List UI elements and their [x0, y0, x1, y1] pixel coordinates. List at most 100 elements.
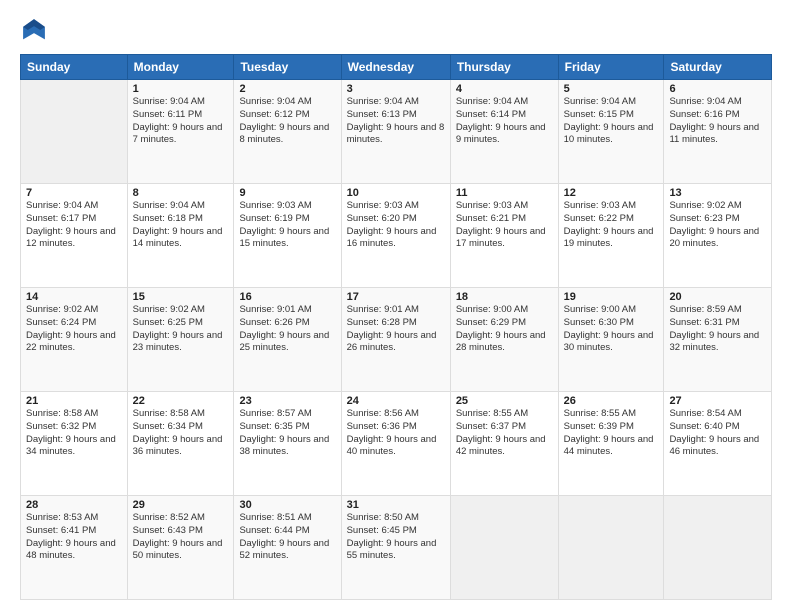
day-number: 20 [669, 291, 766, 303]
day-number: 11 [456, 187, 553, 199]
calendar-header-day: Wednesday [341, 55, 450, 80]
calendar-cell: 28Sunrise: 8:53 AMSunset: 6:41 PMDayligh… [21, 496, 128, 600]
calendar-header-day: Sunday [21, 55, 128, 80]
day-number: 31 [347, 499, 445, 511]
calendar-cell [21, 80, 128, 184]
day-info: Sunrise: 9:03 AMSunset: 6:21 PMDaylight:… [456, 200, 553, 251]
day-number: 21 [26, 395, 122, 407]
calendar-header-row: SundayMondayTuesdayWednesdayThursdayFrid… [21, 55, 772, 80]
calendar-header-day: Friday [558, 55, 664, 80]
calendar-cell [664, 496, 772, 600]
day-info: Sunrise: 8:55 AMSunset: 6:39 PMDaylight:… [564, 408, 659, 459]
day-number: 27 [669, 395, 766, 407]
calendar-week-row: 14Sunrise: 9:02 AMSunset: 6:24 PMDayligh… [21, 288, 772, 392]
day-number: 17 [347, 291, 445, 303]
day-info: Sunrise: 9:04 AMSunset: 6:12 PMDaylight:… [239, 96, 335, 147]
day-number: 22 [133, 395, 229, 407]
calendar-cell: 18Sunrise: 9:00 AMSunset: 6:29 PMDayligh… [450, 288, 558, 392]
day-info: Sunrise: 9:02 AMSunset: 6:25 PMDaylight:… [133, 304, 229, 355]
calendar-cell: 27Sunrise: 8:54 AMSunset: 6:40 PMDayligh… [664, 392, 772, 496]
calendar-week-row: 28Sunrise: 8:53 AMSunset: 6:41 PMDayligh… [21, 496, 772, 600]
calendar-cell: 16Sunrise: 9:01 AMSunset: 6:26 PMDayligh… [234, 288, 341, 392]
day-number: 29 [133, 499, 229, 511]
calendar-week-row: 1Sunrise: 9:04 AMSunset: 6:11 PMDaylight… [21, 80, 772, 184]
day-info: Sunrise: 8:58 AMSunset: 6:34 PMDaylight:… [133, 408, 229, 459]
calendar-cell: 12Sunrise: 9:03 AMSunset: 6:22 PMDayligh… [558, 184, 664, 288]
day-number: 15 [133, 291, 229, 303]
day-info: Sunrise: 9:03 AMSunset: 6:20 PMDaylight:… [347, 200, 445, 251]
day-number: 23 [239, 395, 335, 407]
calendar-cell: 19Sunrise: 9:00 AMSunset: 6:30 PMDayligh… [558, 288, 664, 392]
calendar-cell: 14Sunrise: 9:02 AMSunset: 6:24 PMDayligh… [21, 288, 128, 392]
day-number: 10 [347, 187, 445, 199]
calendar-cell: 8Sunrise: 9:04 AMSunset: 6:18 PMDaylight… [127, 184, 234, 288]
calendar-cell: 2Sunrise: 9:04 AMSunset: 6:12 PMDaylight… [234, 80, 341, 184]
calendar-cell: 6Sunrise: 9:04 AMSunset: 6:16 PMDaylight… [664, 80, 772, 184]
day-info: Sunrise: 8:54 AMSunset: 6:40 PMDaylight:… [669, 408, 766, 459]
day-info: Sunrise: 9:04 AMSunset: 6:13 PMDaylight:… [347, 96, 445, 147]
calendar-week-row: 21Sunrise: 8:58 AMSunset: 6:32 PMDayligh… [21, 392, 772, 496]
day-number: 5 [564, 83, 659, 95]
day-info: Sunrise: 8:59 AMSunset: 6:31 PMDaylight:… [669, 304, 766, 355]
day-info: Sunrise: 9:04 AMSunset: 6:15 PMDaylight:… [564, 96, 659, 147]
day-number: 8 [133, 187, 229, 199]
day-info: Sunrise: 9:00 AMSunset: 6:29 PMDaylight:… [456, 304, 553, 355]
calendar-cell: 15Sunrise: 9:02 AMSunset: 6:25 PMDayligh… [127, 288, 234, 392]
calendar-header-day: Thursday [450, 55, 558, 80]
day-info: Sunrise: 9:04 AMSunset: 6:16 PMDaylight:… [669, 96, 766, 147]
day-info: Sunrise: 8:57 AMSunset: 6:35 PMDaylight:… [239, 408, 335, 459]
calendar-cell: 17Sunrise: 9:01 AMSunset: 6:28 PMDayligh… [341, 288, 450, 392]
calendar-cell: 31Sunrise: 8:50 AMSunset: 6:45 PMDayligh… [341, 496, 450, 600]
day-info: Sunrise: 8:51 AMSunset: 6:44 PMDaylight:… [239, 512, 335, 563]
calendar-cell: 30Sunrise: 8:51 AMSunset: 6:44 PMDayligh… [234, 496, 341, 600]
calendar-cell: 4Sunrise: 9:04 AMSunset: 6:14 PMDaylight… [450, 80, 558, 184]
day-number: 6 [669, 83, 766, 95]
day-info: Sunrise: 9:02 AMSunset: 6:23 PMDaylight:… [669, 200, 766, 251]
logo-icon [20, 16, 48, 44]
calendar-cell: 1Sunrise: 9:04 AMSunset: 6:11 PMDaylight… [127, 80, 234, 184]
day-info: Sunrise: 9:01 AMSunset: 6:26 PMDaylight:… [239, 304, 335, 355]
day-info: Sunrise: 9:00 AMSunset: 6:30 PMDaylight:… [564, 304, 659, 355]
calendar-week-row: 7Sunrise: 9:04 AMSunset: 6:17 PMDaylight… [21, 184, 772, 288]
calendar-cell: 22Sunrise: 8:58 AMSunset: 6:34 PMDayligh… [127, 392, 234, 496]
calendar-cell: 29Sunrise: 8:52 AMSunset: 6:43 PMDayligh… [127, 496, 234, 600]
day-number: 18 [456, 291, 553, 303]
day-number: 19 [564, 291, 659, 303]
page: SundayMondayTuesdayWednesdayThursdayFrid… [0, 0, 792, 612]
day-number: 30 [239, 499, 335, 511]
calendar-cell: 10Sunrise: 9:03 AMSunset: 6:20 PMDayligh… [341, 184, 450, 288]
calendar-cell: 9Sunrise: 9:03 AMSunset: 6:19 PMDaylight… [234, 184, 341, 288]
day-number: 12 [564, 187, 659, 199]
day-info: Sunrise: 9:04 AMSunset: 6:11 PMDaylight:… [133, 96, 229, 147]
day-number: 14 [26, 291, 122, 303]
day-info: Sunrise: 9:01 AMSunset: 6:28 PMDaylight:… [347, 304, 445, 355]
calendar-cell: 25Sunrise: 8:55 AMSunset: 6:37 PMDayligh… [450, 392, 558, 496]
calendar-header-day: Tuesday [234, 55, 341, 80]
calendar-cell: 5Sunrise: 9:04 AMSunset: 6:15 PMDaylight… [558, 80, 664, 184]
day-number: 16 [239, 291, 335, 303]
day-number: 4 [456, 83, 553, 95]
day-info: Sunrise: 8:52 AMSunset: 6:43 PMDaylight:… [133, 512, 229, 563]
calendar-cell: 26Sunrise: 8:55 AMSunset: 6:39 PMDayligh… [558, 392, 664, 496]
day-info: Sunrise: 9:04 AMSunset: 6:17 PMDaylight:… [26, 200, 122, 251]
day-info: Sunrise: 8:55 AMSunset: 6:37 PMDaylight:… [456, 408, 553, 459]
calendar-cell [450, 496, 558, 600]
day-number: 13 [669, 187, 766, 199]
day-number: 2 [239, 83, 335, 95]
day-info: Sunrise: 8:56 AMSunset: 6:36 PMDaylight:… [347, 408, 445, 459]
calendar-header-day: Monday [127, 55, 234, 80]
calendar-cell [558, 496, 664, 600]
calendar-header-day: Saturday [664, 55, 772, 80]
calendar-cell: 11Sunrise: 9:03 AMSunset: 6:21 PMDayligh… [450, 184, 558, 288]
day-info: Sunrise: 8:58 AMSunset: 6:32 PMDaylight:… [26, 408, 122, 459]
day-number: 25 [456, 395, 553, 407]
calendar-cell: 3Sunrise: 9:04 AMSunset: 6:13 PMDaylight… [341, 80, 450, 184]
calendar-cell: 21Sunrise: 8:58 AMSunset: 6:32 PMDayligh… [21, 392, 128, 496]
calendar-cell: 20Sunrise: 8:59 AMSunset: 6:31 PMDayligh… [664, 288, 772, 392]
day-info: Sunrise: 9:03 AMSunset: 6:19 PMDaylight:… [239, 200, 335, 251]
day-info: Sunrise: 9:04 AMSunset: 6:14 PMDaylight:… [456, 96, 553, 147]
calendar-cell: 23Sunrise: 8:57 AMSunset: 6:35 PMDayligh… [234, 392, 341, 496]
day-number: 24 [347, 395, 445, 407]
day-info: Sunrise: 9:03 AMSunset: 6:22 PMDaylight:… [564, 200, 659, 251]
day-number: 26 [564, 395, 659, 407]
